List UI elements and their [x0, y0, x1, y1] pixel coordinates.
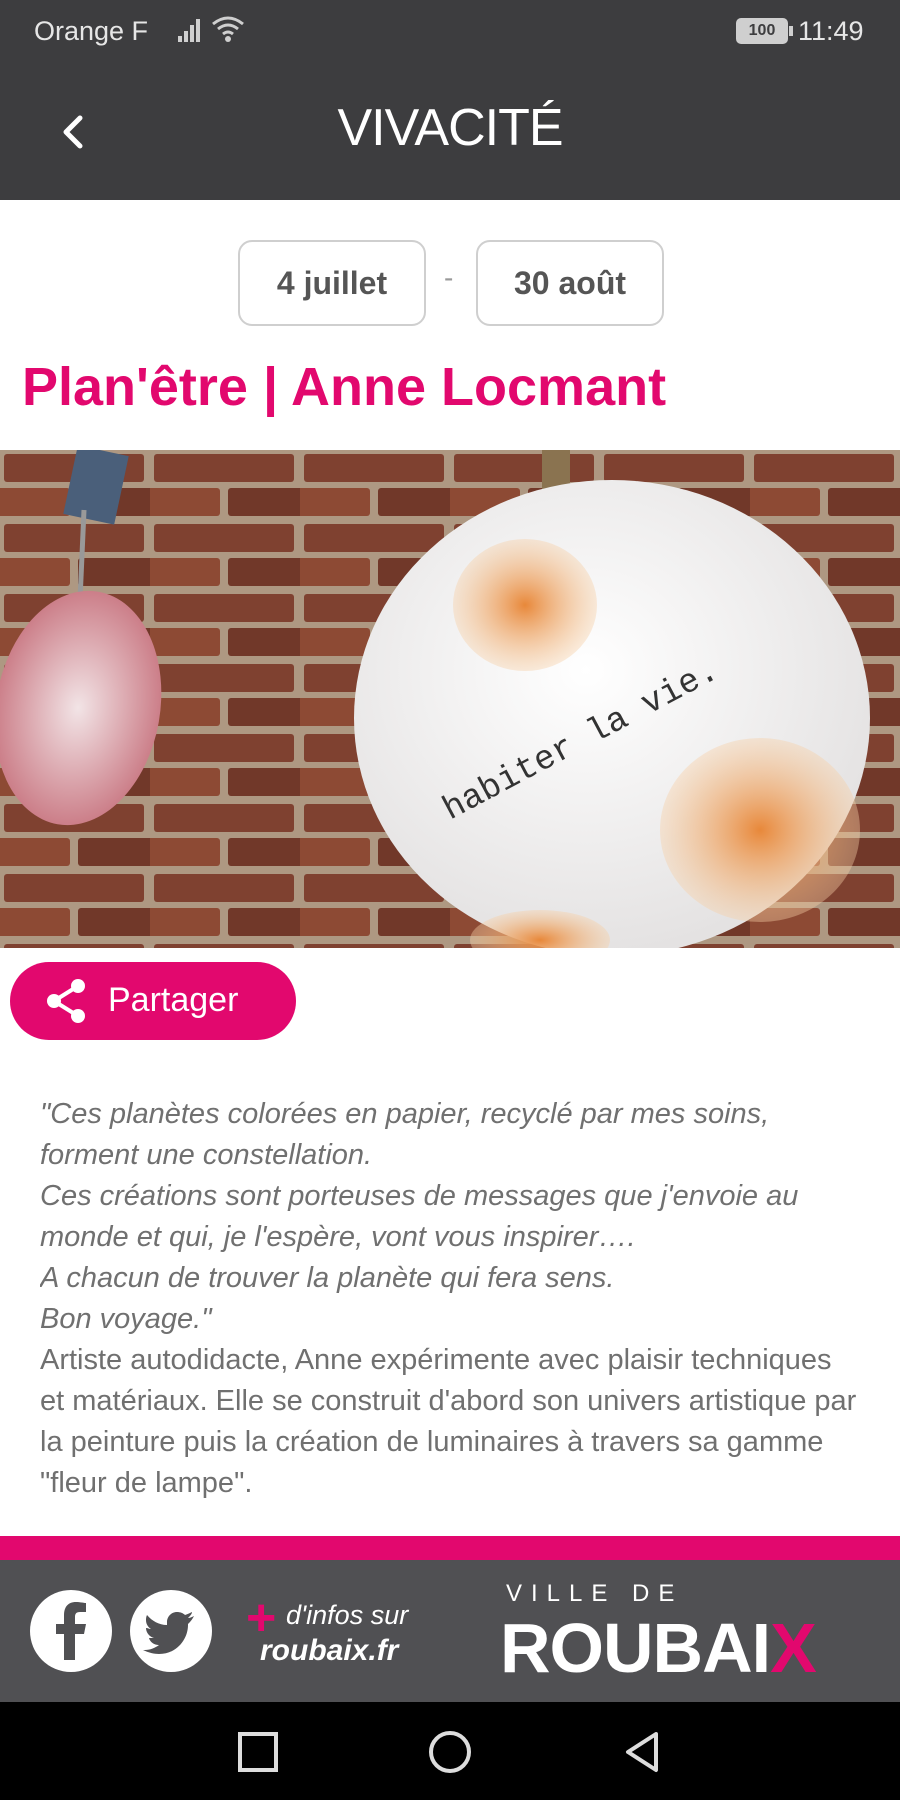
- event-description: "Ces planètes colorées en papier, recycl…: [40, 1094, 860, 1534]
- date-end: 30 août: [476, 240, 664, 326]
- status-bar: Orange F 100 11:49: [0, 0, 900, 64]
- roubaix-logo-x: X: [770, 1609, 817, 1687]
- share-button[interactable]: Partager: [10, 962, 296, 1040]
- facebook-button[interactable]: [30, 1590, 112, 1672]
- clock: 11:49: [798, 16, 864, 46]
- nav-recents-icon[interactable]: [232, 1726, 284, 1778]
- infos-site: roubaix.fr: [260, 1634, 399, 1667]
- signal-icon: [178, 19, 200, 42]
- artist-quote: "Ces planètes colorées en papier, recycl…: [40, 1098, 799, 1335]
- infos-prefix: d'infos sur: [286, 1600, 409, 1630]
- date-separator: -: [444, 262, 454, 293]
- share-icon: [47, 979, 85, 1023]
- artwork-photo: habiter la vie.: [0, 450, 900, 948]
- facebook-icon: [56, 1602, 86, 1660]
- carrier-name: Orange F: [34, 16, 149, 46]
- battery-indicator: 100: [736, 18, 793, 44]
- twitter-icon: [143, 1612, 194, 1654]
- date-start: 4 juillet: [238, 240, 426, 326]
- event-photo: habiter la vie.: [0, 450, 900, 948]
- roubaix-logo: ROUBAIX: [500, 1608, 817, 1688]
- share-label: Partager: [108, 981, 239, 1019]
- nav-home-icon[interactable]: [424, 1726, 476, 1778]
- event-dates: 4 juillet - 30 août: [0, 240, 900, 328]
- app-logo: VIVACITÉ: [337, 99, 563, 157]
- nav-back-icon[interactable]: [616, 1726, 668, 1778]
- app-bar: VIVACITÉ: [0, 64, 900, 200]
- footer-accent-bar: [0, 1536, 900, 1560]
- footer: + d'infos sur roubaix.fr VILLE DE ROUBAI…: [0, 1560, 900, 1702]
- artist-bio: Artiste autodidacte, Anne expérimente av…: [40, 1344, 857, 1499]
- twitter-button[interactable]: [130, 1590, 212, 1672]
- ville-de-label: VILLE DE: [506, 1580, 684, 1607]
- event-title: Plan'être | Anne Locmant: [22, 357, 667, 417]
- system-nav-bar: [0, 1702, 900, 1800]
- plus-icon: +: [246, 1589, 277, 1647]
- wifi-icon: [212, 16, 244, 42]
- roubaix-logo-text: ROUBAI: [500, 1609, 771, 1687]
